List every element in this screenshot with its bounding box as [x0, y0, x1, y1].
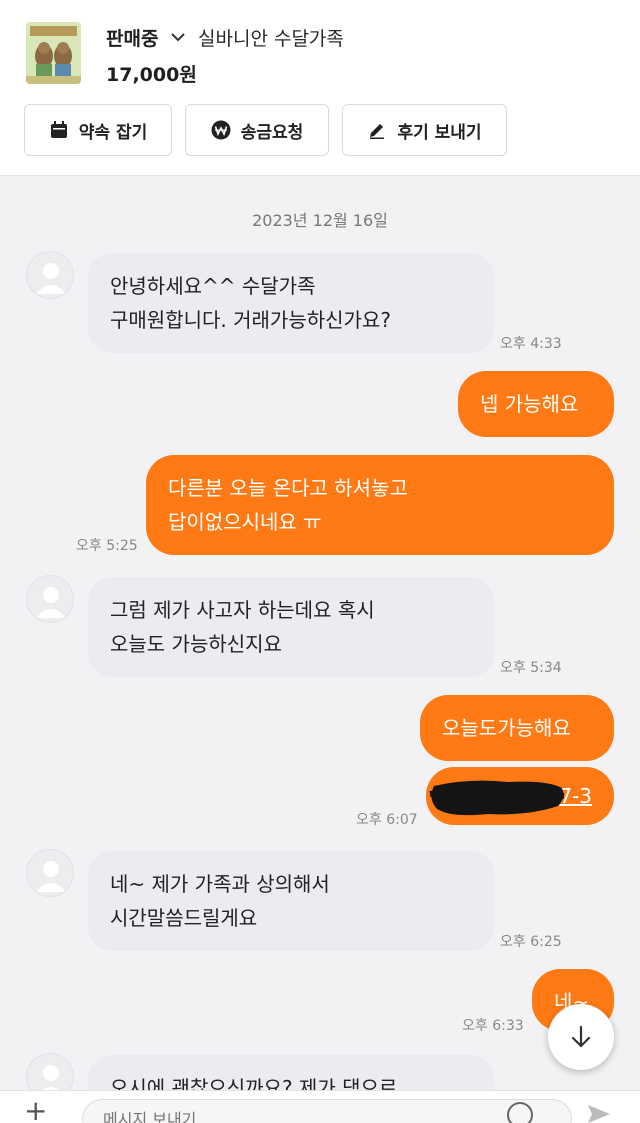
schedule-button[interactable]: 약속 잡기 — [24, 104, 172, 156]
message-line: 답이없으시네요 ㅠ — [168, 510, 322, 534]
message-line: 오시에 괜찮으신까요? 제가 댁으로 — [110, 1076, 398, 1090]
message-bubble-outgoing[interactable]: 오늘도가능해요 — [420, 695, 614, 761]
avatar[interactable] — [26, 251, 74, 299]
schedule-label: 약속 잡기 — [78, 122, 148, 143]
scroll-to-bottom-button[interactable] — [548, 1004, 614, 1070]
date-separator: 2023년 12월 16일 — [252, 211, 388, 230]
sale-status[interactable]: 판매중 — [106, 24, 158, 51]
message-time: 오후 6:07 — [356, 812, 418, 828]
avatar[interactable] — [26, 849, 74, 897]
message-bubble-incoming[interactable]: 안녕하세요^^ 수달가족 구매원합니다. 거래가능하신가요? — [88, 253, 494, 353]
product-thumbnail[interactable] — [26, 22, 81, 84]
chat-message-list[interactable]: 2023년 12월 16일 안녕하세요^^ 수달가족 구매원합니다. 거래가능하… — [0, 177, 640, 1090]
message-time: 오후 4:33 — [500, 336, 562, 352]
message-bubble-incoming[interactable]: 그럼 제가 사고자 하는데요 혹시 오늘도 가능하신지요 — [88, 577, 494, 677]
money-request-button[interactable]: 송금요청 — [185, 104, 329, 156]
default-avatar-icon — [36, 263, 66, 294]
message-line: 다른분 오늘 온다고 하셔놓고 — [168, 476, 408, 500]
message-input[interactable] — [82, 1099, 572, 1123]
message-time: 오후 5:25 — [76, 538, 138, 554]
avatar[interactable] — [26, 1053, 74, 1090]
message-line: 시간말씀드릴게요 — [110, 906, 258, 930]
product-title: 실바니안 수달가족 — [198, 28, 344, 50]
message-time: 오후 6:33 — [462, 1018, 524, 1034]
message-line: 오늘도 가능하신지요 — [110, 632, 282, 656]
product-price: 17,000원 — [106, 64, 197, 86]
default-avatar-icon — [36, 587, 66, 618]
default-avatar-icon — [42, 1065, 60, 1090]
message-bubble-incoming[interactable]: 오시에 괜찮으신까요? 제가 댁으로 — [88, 1055, 494, 1090]
product-photo-icon — [26, 22, 81, 84]
message-time: 오후 5:34 — [500, 660, 562, 676]
chevron-down-icon[interactable] — [170, 26, 186, 46]
message-line: 그럼 제가 사고자 하는데요 혹시 — [110, 598, 375, 622]
message-line: 네~ 제가 가족과 상의해서 — [110, 872, 330, 896]
default-avatar-icon — [36, 861, 66, 892]
message-text: 오늘도가능해요 — [442, 716, 571, 740]
message-bubble-outgoing[interactable]: 넵 가능해요 — [458, 371, 614, 437]
plus-icon[interactable]: + — [24, 1097, 47, 1123]
redaction-mark — [429, 780, 565, 816]
won-icon — [211, 120, 231, 140]
message-input-bar: + — [0, 1090, 640, 1123]
send-icon[interactable] — [586, 1101, 612, 1123]
message-bubble-outgoing[interactable]: 다른분 오늘 온다고 하셔놓고 답이없으시네요 ㅠ — [146, 455, 614, 555]
message-line: 안녕하세요^^ 수달가족 — [110, 274, 316, 298]
pencil-icon — [370, 124, 385, 139]
money-request-label: 송금요청 — [240, 122, 304, 143]
message-time: 오후 6:25 — [500, 934, 562, 950]
avatar[interactable] — [26, 575, 74, 623]
review-button[interactable]: 후기 보내기 — [342, 104, 507, 156]
message-bubble-incoming[interactable]: 네~ 제가 가족과 상의해서 시간말씀드릴게요 — [88, 851, 494, 951]
emoji-icon[interactable] — [506, 1101, 534, 1123]
calendar-icon — [50, 121, 67, 138]
chat-header: 판매중 실바니안 수달가족 17,000원 약속 잡기 송금요청 후기 보내기 — [0, 0, 640, 176]
message-text: 넵 가능해요 — [480, 392, 579, 416]
review-label: 후기 보내기 — [397, 122, 482, 143]
arrow-down-icon — [571, 1025, 591, 1048]
message-line: 구매원합니다. 거래가능하신가요? — [110, 308, 391, 332]
